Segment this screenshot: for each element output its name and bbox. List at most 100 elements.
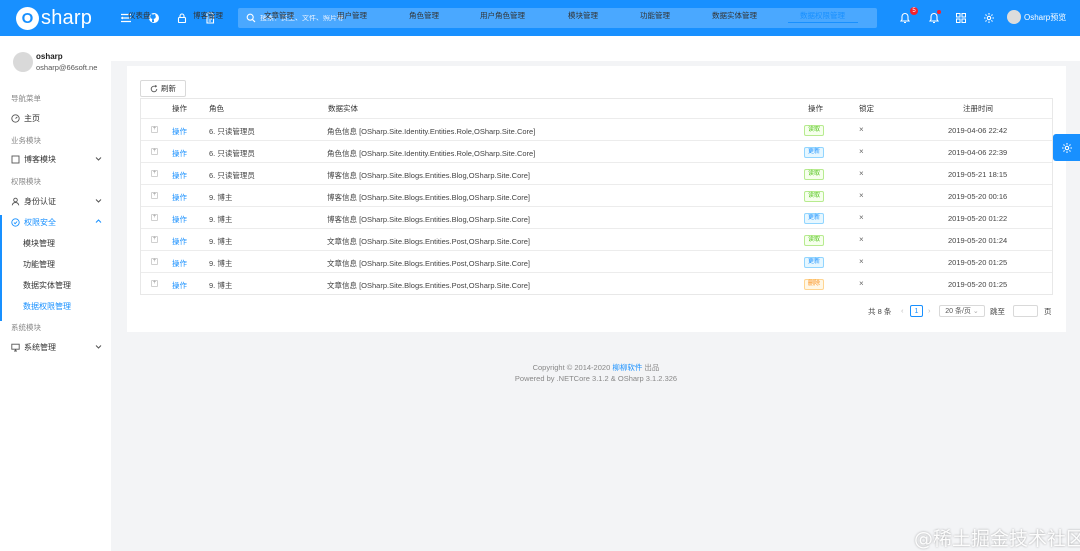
tab-users[interactable]: 用户管理 [337, 10, 367, 21]
row-action-link[interactable]: 操作 [172, 148, 187, 159]
time-cell: 2019-04-06 22:42 [948, 126, 1008, 135]
next-page-icon[interactable]: › [928, 306, 931, 315]
tab-roles[interactable]: 角色管理 [409, 10, 439, 21]
nav-group-label: 导航菜单 [11, 94, 41, 103]
grid-icon[interactable] [953, 10, 969, 26]
chevron-down-icon [95, 345, 102, 349]
role-cell: 6. 只读管理员 [209, 127, 255, 136]
expand-icon[interactable]: + [151, 236, 158, 243]
user-name: Osharp预览 [1024, 12, 1067, 22]
tab-bar [111, 36, 1080, 61]
sidebar-item-system[interactable]: 系统管理 [0, 337, 111, 357]
group-business-label: 业务模块 [11, 136, 41, 145]
role-cell: 6. 只读管理员 [209, 149, 255, 158]
role-cell: 9. 博主 [209, 215, 233, 224]
operation-tag: 读取 [804, 235, 825, 246]
notification-badge: 5 [910, 7, 918, 15]
tab-user-roles[interactable]: 用户角色管理 [480, 10, 525, 21]
sidebar-item-label: 博客模块 [24, 154, 56, 164]
search-bar[interactable] [238, 8, 877, 28]
operation-tag: 读取 [804, 125, 825, 136]
row-action-link[interactable]: 操作 [172, 258, 187, 269]
sidebar-item-home[interactable]: 主页 [0, 108, 111, 128]
locked-icon: × [859, 257, 864, 266]
sidebar-item-identity[interactable]: 身份认证 [0, 191, 111, 211]
row-action-link[interactable]: 操作 [172, 280, 187, 291]
company-link[interactable]: 柳柳软件 [612, 363, 642, 372]
column-header-entity[interactable]: 数据实体 [328, 103, 358, 114]
row-action-link[interactable]: 操作 [172, 236, 187, 247]
locked-icon: × [859, 213, 864, 222]
sidebar-subitem-entity[interactable]: 数据实体管理 [0, 275, 111, 295]
footer-copyright: Copyright © 2014-2020 柳柳软件 出品 [0, 362, 1080, 373]
column-header-role[interactable]: 角色 [209, 103, 224, 114]
tab-functions[interactable]: 功能管理 [640, 10, 670, 21]
row-action-link[interactable]: 操作 [172, 192, 187, 203]
column-header-time[interactable]: 注册时间 [963, 103, 993, 114]
column-header-operation[interactable]: 操作 [808, 103, 823, 114]
time-cell: 2019-05-20 01:24 [948, 236, 1008, 245]
footer-powered: Powered by .NETCore 3.1.2 & OSharp 3.1.2… [514, 374, 678, 383]
chevron-up-icon [95, 219, 102, 223]
sidebar-subitem-module[interactable]: 模块管理 [0, 233, 111, 253]
expand-icon[interactable]: + [151, 148, 158, 155]
operation-tag: 更新 [804, 257, 825, 268]
page-1-button[interactable]: 1 [910, 305, 923, 317]
row-action-link[interactable]: 操作 [172, 214, 187, 225]
page-size-select[interactable]: 20 条/页 ⌄ [939, 305, 985, 317]
expand-icon[interactable]: + [151, 126, 158, 133]
refresh-icon [150, 84, 158, 92]
expand-icon[interactable]: + [151, 280, 158, 287]
entity-cell: 角色信息 [OSharp.Site.Identity.Entities.Role… [327, 149, 536, 158]
locked-icon: × [859, 191, 864, 200]
expand-icon[interactable]: + [151, 192, 158, 199]
time-cell: 2019-05-21 18:15 [948, 170, 1008, 179]
tab-modules[interactable]: 模块管理 [568, 10, 598, 21]
tab-blog[interactable]: 博客管理 [193, 10, 223, 21]
goto-page-input[interactable] [1013, 305, 1038, 317]
column-header-action[interactable]: 操作 [172, 103, 187, 114]
expand-icon[interactable]: + [151, 214, 158, 221]
role-cell: 6. 只读管理员 [209, 171, 255, 180]
chevron-down-icon: ⌄ [972, 308, 979, 315]
prev-page-icon[interactable]: ‹ [901, 306, 904, 315]
sidebar-item-label: 主页 [24, 113, 40, 123]
time-cell: 2019-05-20 01:25 [948, 258, 1008, 267]
tab-data-permission[interactable]: 数据权限管理 [800, 10, 845, 21]
refresh-button[interactable]: 刷新 [140, 80, 186, 97]
table-row: + 操作 9. 博主 文章信息 [OSharp.Site.Blogs.Entities… [141, 229, 1052, 251]
copyright-suffix: 出品 [642, 363, 660, 372]
expand-icon[interactable]: + [151, 258, 158, 265]
refresh-label: 刷新 [161, 84, 176, 93]
top-header: O sharp 5 Osharp预览 [0, 0, 1080, 36]
row-action-link[interactable]: 操作 [172, 170, 187, 181]
bell-icon[interactable]: 5 [897, 7, 918, 26]
logo[interactable]: O sharp [16, 5, 92, 31]
sidebar-subitem-data-permission[interactable]: 数据权限管理 [0, 296, 111, 316]
tab-posts[interactable]: 文章管理 [264, 10, 294, 21]
sidebar-subitem-function[interactable]: 功能管理 [0, 254, 111, 274]
page-suffix: 页 [1044, 307, 1052, 316]
column-header-locked[interactable]: 锁定 [859, 103, 874, 114]
tab-entities[interactable]: 数据实体管理 [712, 10, 757, 21]
user-menu[interactable]: Osharp预览 [1007, 10, 1066, 24]
gear-icon[interactable] [981, 10, 997, 26]
alert-bell-icon[interactable] [926, 10, 942, 26]
table-row: + 操作 9. 博主 博客信息 [OSharp.Site.Blogs.Entities… [141, 185, 1052, 207]
row-action-link[interactable]: 操作 [172, 126, 187, 137]
operation-tag: 读取 [804, 191, 825, 202]
lock-icon[interactable] [174, 10, 190, 26]
sidebar-item-security[interactable]: 权限安全 [0, 212, 111, 232]
time-cell: 2019-05-20 00:16 [948, 192, 1008, 201]
avatar [1007, 10, 1021, 24]
settings-drawer-button[interactable] [1053, 134, 1080, 161]
tab-dashboard[interactable]: 仪表盘 [128, 10, 151, 21]
user-profile: osharp osharp@66soft.ne [13, 52, 97, 72]
operation-tag: 更新 [804, 147, 825, 158]
entity-cell: 文章信息 [OSharp.Site.Blogs.Entities.Post,OS… [327, 237, 530, 246]
sidebar-item-blog[interactable]: 博客模块 [0, 149, 111, 169]
expand-icon[interactable]: + [151, 170, 158, 177]
watermark: @稀土掘金技术社区 [914, 528, 1080, 550]
profile-email: osharp@66soft.ne [36, 63, 98, 72]
role-cell: 9. 博主 [209, 281, 233, 290]
